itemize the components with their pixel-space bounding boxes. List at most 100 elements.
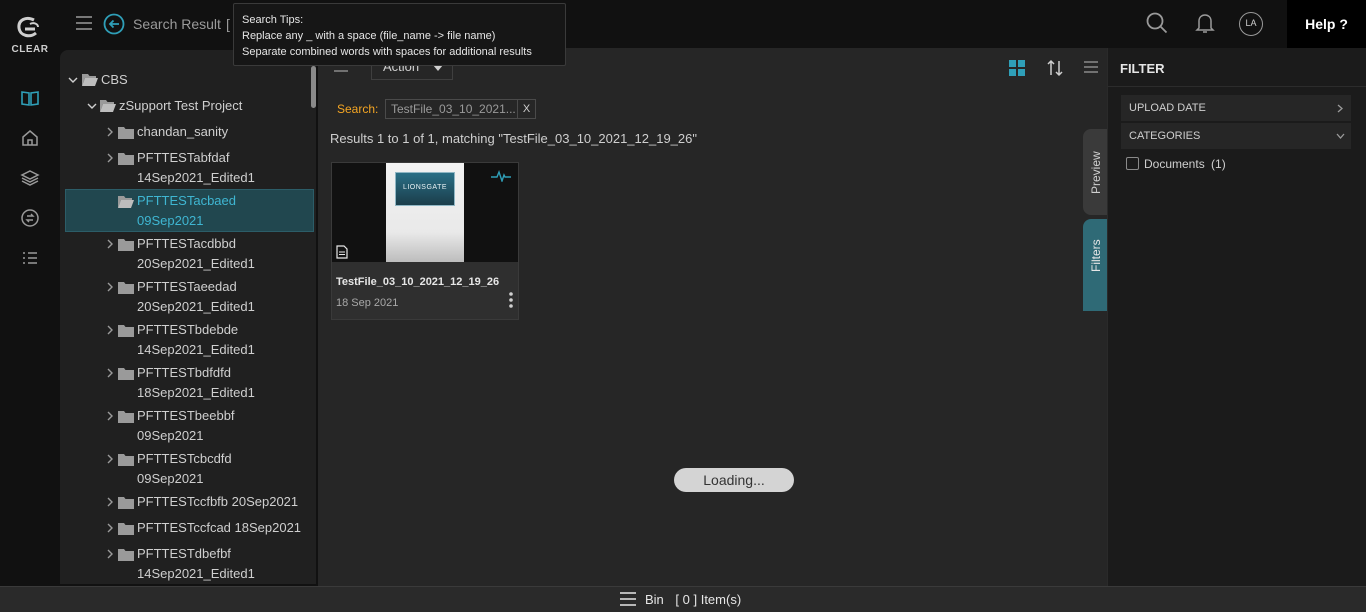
search-tips-tooltip: Search Tips: Replace any _ with a space … — [233, 3, 566, 66]
tree-project-label[interactable]: zSupport Test Project — [119, 96, 242, 116]
tree-item[interactable]: PFTTESTacdbbd 20Sep2021_Edited1 — [137, 234, 255, 274]
folder-open-icon — [100, 99, 116, 112]
tree-item-label: PFTTESTaeedad — [137, 279, 237, 294]
list-view-icon[interactable] — [1083, 60, 1099, 74]
folder-icon — [118, 410, 134, 423]
preview-tab[interactable]: Preview — [1083, 129, 1109, 215]
folder-icon — [118, 548, 134, 561]
filter-categories[interactable]: CATEGORIES — [1121, 123, 1351, 149]
tree-item[interactable]: PFTTESTdbefbf 14Sep2021_Edited1 — [137, 544, 255, 584]
folder-icon — [118, 453, 134, 466]
bin-menu-icon[interactable] — [619, 591, 637, 607]
task-list-icon[interactable] — [20, 248, 40, 268]
chevron-right-icon[interactable] — [105, 368, 115, 378]
document-icon — [336, 245, 348, 259]
tree-scrollbar[interactable] — [311, 66, 316, 108]
upload-date-label: UPLOAD DATE — [1129, 102, 1206, 114]
help-button[interactable]: Help ? — [1287, 0, 1366, 48]
folder-open-icon — [82, 73, 98, 86]
tree-item[interactable]: PFTTESTbeebbf 09Sep2021 — [137, 406, 235, 446]
tree-item-sublabel: 09Sep2021 — [137, 213, 204, 228]
chevron-right-icon[interactable] — [105, 282, 115, 292]
folder-icon — [118, 126, 134, 139]
folder-icon — [118, 281, 134, 294]
sort-icon[interactable] — [1046, 58, 1064, 78]
documents-count: (1) — [1211, 157, 1226, 171]
documents-filter-label: Documents (1) — [1144, 157, 1226, 171]
tree-item-label: PFTTESTccfcad 18Sep2021 — [137, 520, 302, 535]
filters-tab[interactable]: Filters — [1083, 219, 1109, 311]
tooltip-title: Search Tips: — [242, 14, 304, 26]
breadcrumb-bracket: [ — [226, 16, 230, 32]
tree-item-label: PFTTESTdbefbf — [137, 546, 231, 561]
tree-item-sublabel: 14Sep2021_Edited1 — [137, 566, 255, 581]
search-term-chip: TestFile_03_10_2021... — [385, 99, 518, 119]
chevron-down-icon[interactable] — [68, 75, 78, 85]
clear-search-button[interactable]: X — [517, 99, 536, 119]
filter-title: FILTER — [1120, 61, 1165, 76]
preview-tab-label: Preview — [1089, 151, 1103, 194]
folder-icon — [118, 522, 134, 535]
filter-upload-date[interactable]: UPLOAD DATE — [1121, 95, 1351, 121]
logo-text: CLEAR — [11, 44, 49, 55]
transfer-icon[interactable] — [20, 208, 40, 228]
tooltip-line-2: Separate combined words with spaces for … — [242, 46, 532, 58]
categories-label: CATEGORIES — [1129, 130, 1201, 142]
library-icon[interactable] — [20, 88, 40, 108]
asset-date: 18 Sep 2021 — [336, 297, 399, 309]
chevron-right-icon[interactable] — [105, 454, 115, 464]
logo-icon — [17, 16, 39, 38]
search-icon[interactable] — [1146, 12, 1168, 34]
tree-item[interactable]: chandan_sanity — [137, 122, 228, 142]
filters-tab-label: Filters — [1089, 239, 1103, 272]
tree-item-label: PFTTESTacdbbd — [137, 236, 236, 251]
chevron-right-icon[interactable] — [105, 549, 115, 559]
chevron-down-icon — [1336, 133, 1345, 139]
chevron-right-icon[interactable] — [105, 523, 115, 533]
back-arrow-icon[interactable] — [103, 13, 125, 35]
clear-logo[interactable]: CLEAR — [8, 14, 52, 58]
home-icon[interactable] — [20, 128, 40, 148]
tree-root-label[interactable]: CBS — [101, 70, 128, 90]
tree-item-sublabel: 09Sep2021 — [137, 428, 204, 443]
bin-text: Bin — [645, 592, 664, 607]
chevron-right-icon[interactable] — [105, 239, 115, 249]
tree-item[interactable]: PFTTESTbdfdfd 18Sep2021_Edited1 — [137, 363, 255, 403]
chevron-down-icon[interactable] — [87, 101, 97, 111]
folder-icon — [118, 496, 134, 509]
asset-title: TestFile_03_10_2021_12_19_26 — [336, 276, 500, 288]
tree-item-label: PFTTESTbdfdfd — [137, 365, 231, 380]
chevron-right-icon[interactable] — [105, 127, 115, 137]
bin-count: [ 0 ] Item(s) — [675, 592, 742, 607]
notifications-icon[interactable] — [1195, 12, 1215, 34]
chevron-right-icon[interactable] — [105, 325, 115, 335]
user-avatar[interactable]: LA — [1239, 12, 1263, 36]
tree-item[interactable]: PFTTESTacbaed 09Sep2021 — [137, 191, 236, 231]
more-options-icon[interactable] — [507, 292, 515, 308]
folder-open-icon — [118, 195, 134, 208]
chevron-right-icon[interactable] — [105, 411, 115, 421]
tree-item[interactable]: PFTTESTcbcdfd 09Sep2021 — [137, 449, 232, 489]
tree-item[interactable]: PFTTESTbdebde 14Sep2021_Edited1 — [137, 320, 255, 360]
grid-view-icon[interactable] — [1008, 59, 1026, 77]
folder-icon — [118, 324, 134, 337]
breadcrumb-search-result: Search Result — [133, 16, 221, 32]
tree-item-sublabel: 18Sep2021_Edited1 — [137, 385, 255, 400]
chevron-right-icon[interactable] — [105, 153, 115, 163]
search-label: Search: — [337, 102, 379, 116]
tree-item-label: chandan_sanity — [137, 124, 229, 139]
chevron-right-icon[interactable] — [105, 497, 115, 507]
tree-item[interactable]: PFTTESTabfdaf 14Sep2021_Edited1 — [137, 148, 255, 188]
loading-indicator: Loading... — [674, 468, 794, 492]
tree-item[interactable]: PFTTESTccfcad 18Sep2021 — [137, 518, 301, 538]
tree-item-label: PFTTESTccfbfb 20Sep2021 — [137, 494, 299, 509]
tree-item[interactable]: PFTTESTaeedad 20Sep2021_Edited1 — [137, 277, 255, 317]
layers-icon[interactable] — [20, 168, 40, 188]
folder-icon — [118, 367, 134, 380]
tree-item[interactable]: PFTTESTccfbfb 20Sep2021 — [137, 492, 298, 512]
documents-checkbox[interactable] — [1126, 157, 1139, 170]
bin-label[interactable]: Bin [ 0 ] Item(s) — [645, 592, 741, 607]
thumbnail-logo: LIONSGATE — [395, 172, 455, 206]
menu-icon[interactable] — [75, 14, 93, 32]
folder-icon — [118, 152, 134, 165]
